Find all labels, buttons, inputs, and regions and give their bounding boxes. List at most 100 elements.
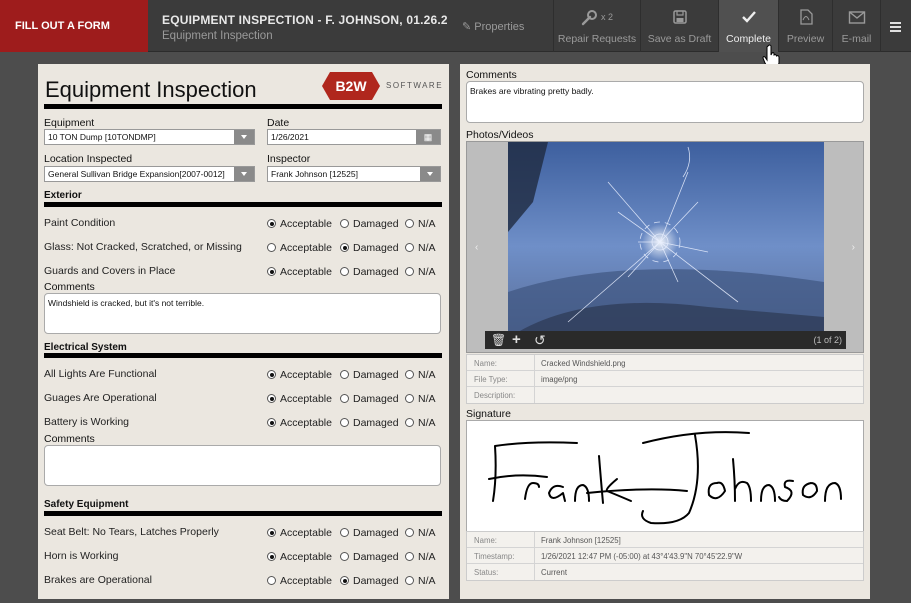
radio-button-icon[interactable]: [267, 552, 276, 561]
inspector-select[interactable]: Frank Johnson [12525]: [267, 166, 441, 182]
location-select[interactable]: General Sullivan Bridge Expansion[2007-0…: [44, 166, 255, 182]
date-input[interactable]: 1/26/2021 ▦: [267, 129, 441, 145]
equipment-value: 10 TON Dump [10TONDMP]: [48, 132, 156, 142]
fill-out-form-brand[interactable]: FILL OUT A FORM: [0, 0, 148, 52]
radio-button-icon[interactable]: [267, 528, 276, 537]
location-value: General Sullivan Bridge Expansion[2007-0…: [48, 169, 225, 179]
radio-button-icon[interactable]: [405, 219, 414, 228]
radio-button-icon[interactable]: [405, 267, 414, 276]
radio-button-icon[interactable]: [405, 370, 414, 379]
radio-damaged[interactable]: Damaged: [340, 242, 399, 254]
radio-na[interactable]: N/A: [405, 242, 436, 254]
radio-button-icon[interactable]: [267, 370, 276, 379]
radio-button-icon[interactable]: [340, 370, 349, 379]
radio-option-label: Acceptable: [280, 551, 332, 563]
properties-button[interactable]: ✎ Properties: [462, 20, 524, 33]
radio-option-label: Damaged: [353, 575, 399, 587]
radio-acceptable[interactable]: Acceptable: [267, 551, 332, 563]
radio-acceptable[interactable]: Acceptable: [267, 369, 332, 381]
radio-option-label: Damaged: [353, 266, 399, 278]
save-icon: [641, 9, 718, 31]
radio-acceptable[interactable]: Acceptable: [267, 527, 332, 539]
radio-button-icon[interactable]: [405, 552, 414, 561]
radio-damaged[interactable]: Damaged: [340, 417, 399, 429]
radio-na[interactable]: N/A: [405, 417, 436, 429]
radio-damaged[interactable]: Damaged: [340, 527, 399, 539]
radio-button-icon[interactable]: [267, 576, 276, 585]
hamburger-menu-icon[interactable]: [880, 0, 911, 52]
general-comments-field[interactable]: Brakes are vibrating pretty badly.: [466, 81, 864, 123]
calendar-icon[interactable]: ▦: [416, 130, 440, 144]
radio-damaged[interactable]: Damaged: [340, 575, 399, 587]
chevron-left-icon[interactable]: ‹: [475, 242, 478, 253]
radio-damaged[interactable]: Damaged: [340, 218, 399, 230]
b2w-logo: B2W: [322, 72, 380, 100]
radio-na[interactable]: N/A: [405, 551, 436, 563]
radio-button-icon[interactable]: [340, 267, 349, 276]
radio-damaged[interactable]: Damaged: [340, 266, 399, 278]
table-row: Description:: [467, 387, 863, 403]
radio-button-icon[interactable]: [340, 418, 349, 427]
radio-acceptable[interactable]: Acceptable: [267, 218, 332, 230]
add-icon[interactable]: +: [512, 332, 521, 347]
radio-button-icon[interactable]: [405, 394, 414, 403]
radio-button-icon[interactable]: [405, 528, 414, 537]
date-label: Date: [267, 117, 290, 129]
radio-na[interactable]: N/A: [405, 393, 436, 405]
rotate-icon[interactable]: ↺: [534, 333, 546, 347]
radio-button-icon[interactable]: [340, 552, 349, 561]
preview-button[interactable]: Preview: [778, 0, 832, 52]
radio-acceptable[interactable]: Acceptable: [267, 266, 332, 278]
radio-button-icon[interactable]: [267, 394, 276, 403]
radio-button-icon[interactable]: [340, 243, 349, 252]
radio-acceptable[interactable]: Acceptable: [267, 393, 332, 405]
radio-damaged[interactable]: Damaged: [340, 393, 399, 405]
radio-button-icon[interactable]: [405, 418, 414, 427]
radio-button-icon[interactable]: [267, 219, 276, 228]
radio-damaged[interactable]: Damaged: [340, 551, 399, 563]
trash-icon[interactable]: 🗑: [491, 333, 506, 347]
radio-acceptable[interactable]: Acceptable: [267, 417, 332, 429]
question-label: Guards and Covers in Place: [44, 265, 176, 277]
radio-damaged[interactable]: Damaged: [340, 369, 399, 381]
radio-button-icon[interactable]: [405, 243, 414, 252]
radio-na[interactable]: N/A: [405, 218, 436, 230]
radio-option-label: Damaged: [353, 393, 399, 405]
radio-acceptable[interactable]: Acceptable: [267, 242, 332, 254]
radio-option-label: Acceptable: [280, 369, 332, 381]
radio-option-label: Acceptable: [280, 242, 332, 254]
radio-button-icon[interactable]: [340, 219, 349, 228]
exterior-comments-field[interactable]: Windshield is cracked, but it's not terr…: [44, 293, 441, 334]
radio-button-icon[interactable]: [267, 267, 276, 276]
svg-text:B2W: B2W: [335, 78, 367, 94]
radio-button-icon[interactable]: [267, 243, 276, 252]
radio-button-icon[interactable]: [340, 576, 349, 585]
radio-na[interactable]: N/A: [405, 266, 436, 278]
electrical-comments-field[interactable]: [44, 445, 441, 486]
chevron-down-icon: [420, 167, 440, 181]
photo-toolbar: 🗑 + ↺ (1 of 2): [485, 331, 846, 349]
save-as-draft-button[interactable]: Save as Draft: [640, 0, 718, 52]
radio-button-icon[interactable]: [267, 418, 276, 427]
repair-requests-button[interactable]: x 2 Repair Requests: [553, 0, 640, 52]
signature-metadata-table: Name: Frank Johnson [12525] Timestamp: 1/2…: [466, 531, 864, 581]
radio-option-label: Damaged: [353, 551, 399, 563]
email-button[interactable]: E-mail: [832, 0, 880, 52]
chevron-right-icon[interactable]: ›: [852, 242, 855, 253]
radio-na[interactable]: N/A: [405, 575, 436, 587]
section-divider: [44, 353, 442, 358]
equipment-select[interactable]: 10 TON Dump [10TONDMP]: [44, 129, 255, 145]
photo-counter: (1 of 2): [813, 335, 842, 345]
radio-button-icon[interactable]: [340, 394, 349, 403]
question-label: All Lights Are Functional: [44, 368, 157, 380]
radio-na[interactable]: N/A: [405, 527, 436, 539]
radio-acceptable[interactable]: Acceptable: [267, 575, 332, 587]
radio-button-icon[interactable]: [340, 528, 349, 537]
table-row: File Type: image/png: [467, 371, 863, 387]
app: FILL OUT A FORM EQUIPMENT INSPECTION - F…: [0, 0, 911, 603]
radio-na[interactable]: N/A: [405, 369, 436, 381]
logo-software-text: SOFTWARE: [386, 81, 444, 90]
inspector-label: Inspector: [267, 153, 311, 165]
radio-button-icon[interactable]: [405, 576, 414, 585]
signature-pad[interactable]: [466, 420, 864, 531]
